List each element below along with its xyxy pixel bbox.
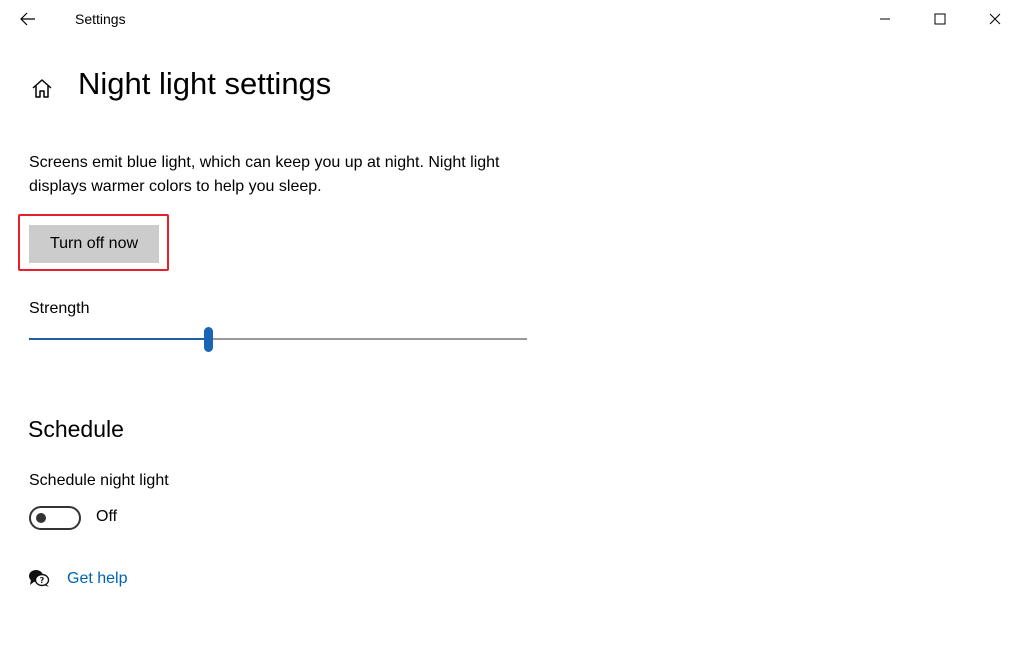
minimize-button[interactable] [862,0,908,38]
slider-fill [29,338,209,340]
home-icon [32,79,52,98]
minimize-icon [880,18,890,20]
back-arrow-icon [20,12,35,26]
slider-thumb[interactable] [204,327,214,352]
svg-text:?: ? [40,576,45,585]
close-icon [989,13,1001,25]
get-help-link[interactable]: Get help [67,570,127,588]
app-title: Settings [75,11,126,27]
maximize-icon [934,13,946,25]
schedule-heading: Schedule [28,416,124,442]
back-button[interactable] [10,4,46,34]
home-button[interactable] [29,75,55,101]
title-bar: Settings [0,0,1024,40]
night-light-description: Screens emit blue light, which can keep … [29,154,500,195]
maximize-button[interactable] [917,0,963,38]
strength-slider[interactable] [29,323,527,355]
toggle-state-label: Off [96,508,118,525]
settings-window: Settings Night light settings Screens em… [0,0,1024,669]
schedule-toggle[interactable] [29,506,81,530]
close-button[interactable] [972,0,1018,38]
toggle-knob [36,513,46,523]
page-title: Night light settings [78,66,332,101]
schedule-night-light-label: Schedule night light [29,472,169,489]
turn-off-now-button[interactable]: Turn off now [29,225,159,263]
help-chat-icon: ? [29,570,50,587]
strength-label: Strength [29,300,90,317]
